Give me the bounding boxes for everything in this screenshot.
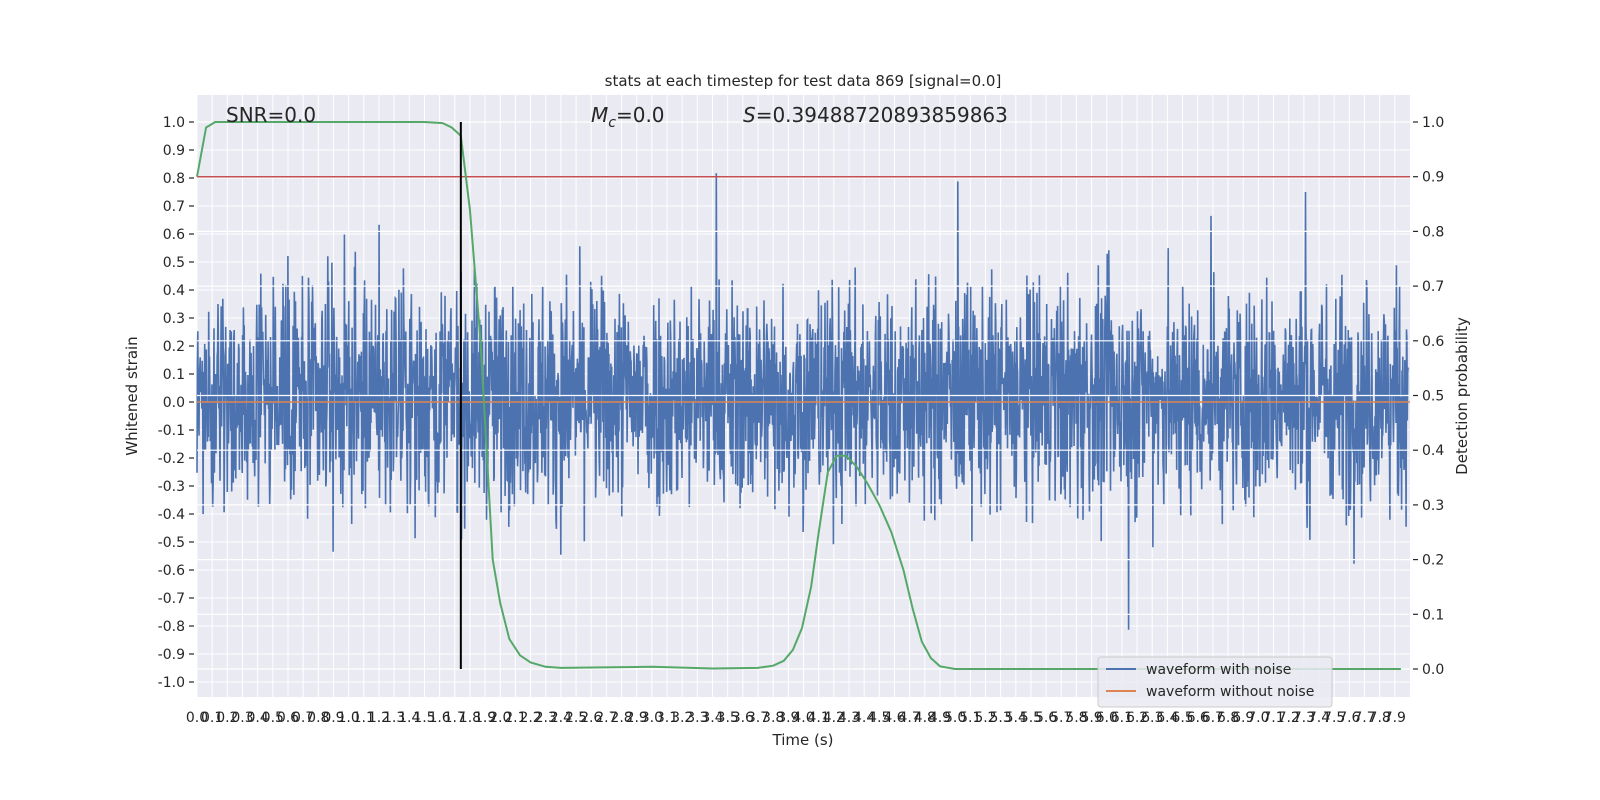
- y-tick-label-left: 0.3: [163, 311, 185, 327]
- y-tick-label-left: 0.8: [163, 171, 185, 187]
- y-tick-label-left: -0.7: [158, 591, 185, 607]
- chart: 0.00.10.20.30.40.50.60.70.80.91.01.11.21…: [123, 72, 1471, 749]
- y-tick-label-right: 0.7: [1422, 279, 1444, 295]
- y-tick-label-left: -0.1: [158, 423, 185, 439]
- legend-label-noise: waveform with noise: [1146, 662, 1291, 678]
- y-tick-label-right: 0.1: [1422, 607, 1444, 623]
- y-tick-label-left: -0.3: [158, 479, 185, 495]
- y-tick-label-left: -0.9: [158, 647, 185, 663]
- y-tick-label-right: 0.3: [1422, 498, 1444, 514]
- snr-annotation: SNR=0.0: [226, 103, 316, 127]
- y-ticks-right: 1.0 0.9 0.8 0.7 0.6 0.5 0.4 0.3 0.2 0.1 0.0: [1413, 115, 1444, 678]
- y-tick-label-right: 0.4: [1422, 443, 1444, 459]
- y-tick-label-left: 0.4: [163, 283, 185, 299]
- y-tick-label-left: 0.5: [163, 255, 185, 271]
- x-axis-label: Time (s): [772, 731, 834, 749]
- y-tick-label-right: 0.6: [1422, 334, 1444, 350]
- y-tick-label-left: -1.0: [158, 675, 185, 691]
- y-axis-label-left: Whitened strain: [123, 336, 141, 455]
- y-tick-label-left: 0.7: [163, 199, 185, 215]
- y-tick-label-left: -0.6: [158, 563, 185, 579]
- y-tick-label-left: -0.2: [158, 451, 185, 467]
- y-tick-label-left: -0.5: [158, 535, 185, 551]
- y-tick-label-left: 0.0: [163, 395, 185, 411]
- y-tick-label-left: 0.9: [163, 143, 185, 159]
- legend: waveform with noise waveform without noi…: [1097, 656, 1333, 708]
- y-tick-label-left: 0.2: [163, 339, 185, 355]
- y-tick-label-left: 0.6: [163, 227, 185, 243]
- y-tick-label-right: 1.0: [1422, 115, 1444, 131]
- s-symbol: S: [743, 103, 756, 127]
- y-ticks-left: 1.0 0.9 0.8 0.7 0.6 0.5 0.4 0.3 0.2 0.1 0.0 -0.1 -0.…: [158, 115, 194, 691]
- mc-annotation: Mc=0.0: [591, 103, 665, 131]
- mc-symbol: M: [591, 103, 608, 127]
- mc-value: =0.0: [616, 103, 665, 127]
- y-tick-label-left: -0.4: [158, 507, 185, 523]
- y-tick-label-left: 1.0: [163, 115, 185, 131]
- y-tick-label-right: 0.8: [1422, 224, 1444, 240]
- y-axis-label-right: Detection probability: [1453, 317, 1471, 475]
- y-tick-label-right: 0.9: [1422, 170, 1444, 186]
- s-annotation: S=0.39488720893859863: [743, 103, 1008, 127]
- y-tick-label-left: -0.8: [158, 619, 185, 635]
- legend-label-clean: waveform without noise: [1146, 684, 1314, 700]
- y-tick-label-right: 0.0: [1422, 662, 1444, 678]
- y-tick-label-right: 0.2: [1422, 553, 1444, 569]
- s-value: =0.39488720893859863: [756, 103, 1008, 127]
- y-tick-label-left: 0.1: [163, 367, 185, 383]
- x-tick-label: 7.9: [1384, 710, 1406, 726]
- x-ticks: 0.00.10.20.30.40.50.60.70.80.91.01.11.21…: [186, 710, 1406, 726]
- y-tick-label-right: 0.5: [1422, 389, 1444, 405]
- chart-title: stats at each timestep for test data 869…: [605, 72, 1002, 90]
